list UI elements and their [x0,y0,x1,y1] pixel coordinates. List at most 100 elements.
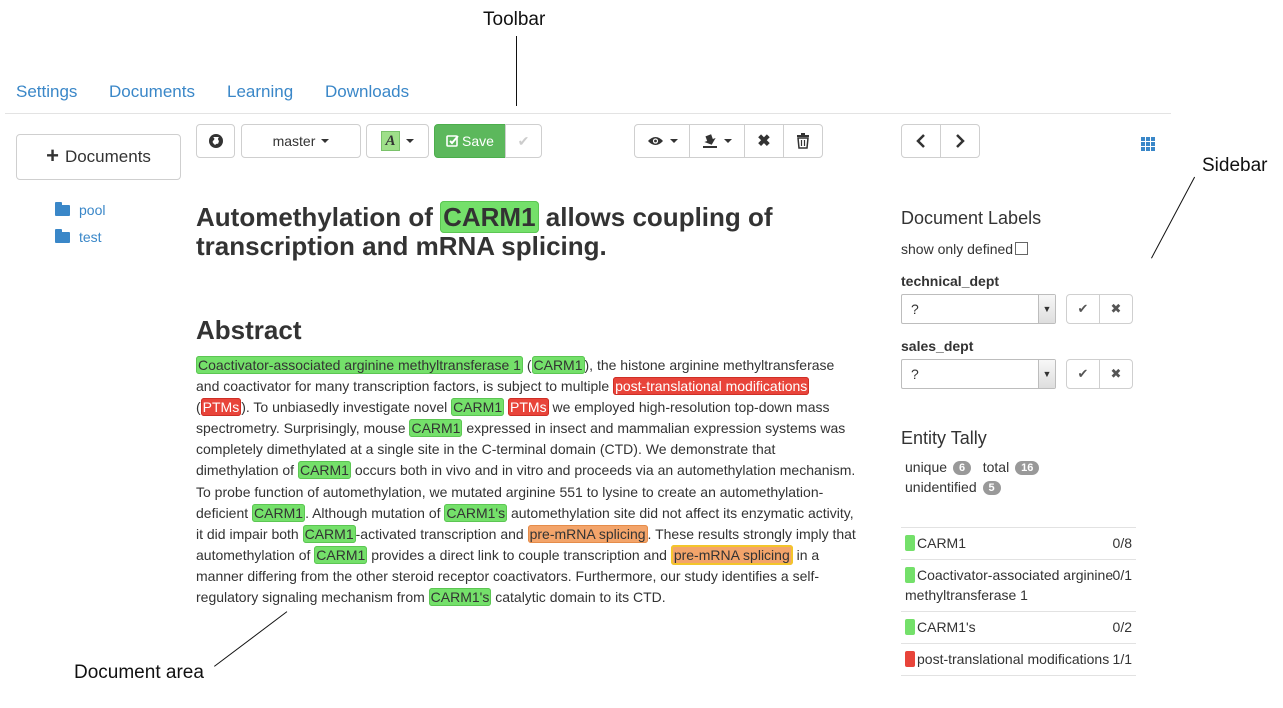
unidentified-count-badge: 5 [982,481,1001,495]
title-text: Automethylation of [196,202,441,232]
entity-highlight[interactable]: CARM1 [451,398,505,417]
title-entity[interactable]: CARM1 [440,201,539,233]
label-field-name: technical_dept [901,273,1000,289]
annotation-style-dropdown[interactable]: A [366,124,429,158]
show-only-defined-checkbox[interactable] [1015,242,1029,255]
folder-test[interactable]: test [55,228,102,245]
document-area-annotation-line [214,611,288,667]
tally-row[interactable]: CARM1's 0/2 [901,611,1136,643]
document-labels-heading: Document Labels [901,208,1042,228]
trash-icon [797,133,809,149]
select-value: ? [911,301,919,317]
technical-dept-select[interactable]: ? ▼ [901,294,1056,324]
entity-highlight[interactable]: CARM1 [297,461,351,480]
close-icon: ✖ [1110,301,1122,316]
folder-icon [55,228,70,243]
technical-dept-accept-button[interactable]: ✔ [1066,294,1100,324]
nav-settings[interactable]: Settings [16,82,77,102]
chevron-down-icon [405,139,414,143]
entity-tally-list: CARM1 0/8 Coactivator-associated arginine … [901,527,1136,676]
documents-button[interactable]: + Documents [16,134,181,180]
entity-highlight[interactable]: CARM1's [444,503,508,522]
nav-learning[interactable]: Learning [227,82,293,102]
entity-highlight[interactable]: pre-mRNA splicing [527,524,648,543]
save-label: Save [462,133,494,149]
documents-button-label: Documents [64,147,151,166]
toolbar-annotation: Toolbar [483,9,546,30]
chevron-right-icon [956,134,965,148]
tally-summary-line1: unique 6 total 16 [905,459,1040,475]
download-icon [703,134,717,148]
total-label: total [982,459,1010,475]
nav-downloads[interactable]: Downloads [325,82,409,102]
entity-highlight[interactable]: CARM1 [302,524,356,543]
check-icon: ✔ [1077,366,1089,381]
language-button[interactable] [196,124,235,158]
sales-dept-select[interactable]: ? ▼ [901,359,1056,389]
select-value: ? [911,366,919,382]
close-button[interactable]: ✖ [744,124,784,158]
entity-color-swatch [905,567,915,583]
previous-button[interactable] [901,124,941,158]
entity-highlight[interactable]: CARM1 [252,503,306,522]
nav-documents[interactable]: Documents [109,82,195,102]
annotate-icon: A [381,131,400,151]
sales-dept-reject-button[interactable]: ✖ [1099,359,1133,389]
tally-entity-name: post-translational modifications [917,651,1110,667]
abstract-text: ( [196,399,201,416]
sales-dept-accept-button[interactable]: ✔ [1066,359,1100,389]
folder-icon [55,201,70,216]
tally-entity-count: 0/1 [1112,567,1132,583]
entity-highlight[interactable]: CARM1 [409,419,463,438]
folder-label: pool [79,202,106,218]
entity-highlight[interactable]: pre-mRNA splicing [670,544,793,565]
tally-row[interactable]: CARM1 0/8 [901,527,1136,559]
entity-color-swatch [905,535,915,551]
tally-entity-name: CARM1 [917,535,967,551]
chevron-left-icon [916,134,925,148]
entity-highlight[interactable]: CARM1's [428,588,492,607]
delete-button[interactable] [783,124,823,158]
chevron-down-icon: ▼ [1038,295,1055,323]
document-area-annotation: Document area [74,662,204,683]
check-icon: ✔ [1077,301,1089,316]
entity-highlight[interactable]: CARM1 [531,356,585,374]
abstract-text: provides a direct link to couple transcr… [367,546,671,563]
total-count-badge: 16 [1015,461,1040,475]
branch-dropdown[interactable]: master [241,124,361,158]
save-button[interactable]: Save [434,124,506,158]
abstract-heading: Abstract [196,315,302,345]
entity-highlight[interactable]: PTMs [200,398,242,417]
abstract-text: ( [522,357,532,373]
tally-entity-name: Coactivator-associated arginine methyltr… [905,567,1114,603]
entity-highlight[interactable]: CARM1 [314,545,368,564]
folder-pool[interactable]: pool [55,201,106,218]
grid-icon[interactable] [1141,137,1155,151]
eye-icon [647,137,663,145]
confirm-button[interactable]: ✔ [505,124,542,158]
close-icon: ✖ [1110,366,1122,381]
entity-highlight[interactable]: post-translational modifications [613,377,810,396]
close-icon: ✖ [757,133,771,150]
next-button[interactable] [940,124,980,158]
show-only-defined: show only defined [901,241,1029,257]
entity-color-swatch [905,619,915,635]
folder-label: test [79,229,102,245]
chevron-down-icon [669,139,678,143]
tally-row[interactable]: post-translational modifications 1/1 [901,643,1136,676]
sidebar-annotation: Sidebar [1202,155,1268,176]
tally-entity-name: CARM1's [917,619,976,635]
download-dropdown[interactable] [689,124,745,158]
plus-icon: + [46,143,59,168]
entity-highlight[interactable]: Coactivator-associated arginine methyltr… [196,356,523,374]
tally-row[interactable]: Coactivator-associated arginine methyltr… [901,559,1136,611]
unique-label: unique [905,459,948,475]
tally-entity-count: 0/8 [1112,535,1132,551]
abstract-text: . Although mutation of [305,504,445,521]
unidentified-label: unidentified [905,479,977,495]
label-field-name: sales_dept [901,338,974,354]
view-dropdown[interactable] [634,124,690,158]
technical-dept-reject-button[interactable]: ✖ [1099,294,1133,324]
nav-divider [5,113,1171,114]
entity-highlight[interactable]: PTMs [508,398,549,417]
